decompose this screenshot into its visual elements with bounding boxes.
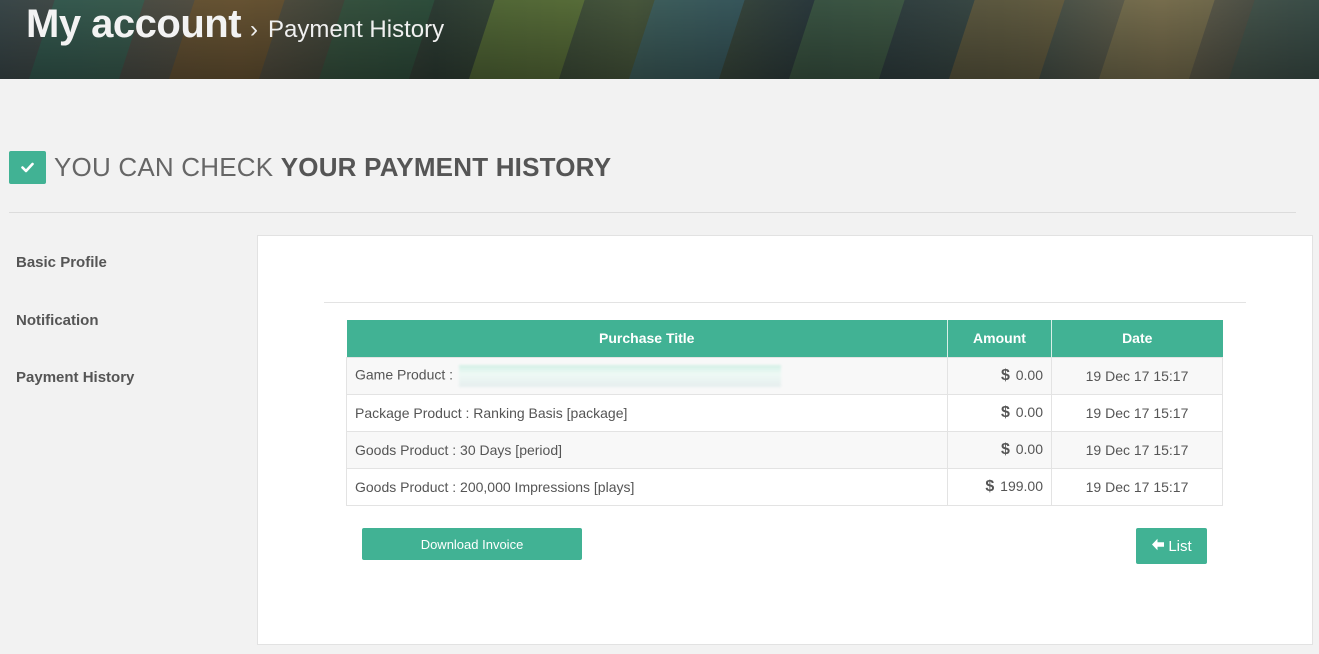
purchase-title-cell: Game Product : [346,356,948,395]
table-row: Goods Product : 30 Days [period] $ 0.00 … [346,430,1223,469]
check-icon [9,151,46,184]
amount-cell: $ 0.00 [947,430,1052,469]
amount-cell: $ 0.00 [947,393,1052,432]
date-cell: 19 Dec 17 15:17 [1051,467,1223,506]
heading-text: YOU CAN CHECK YOUR PAYMENT HISTORY [54,152,611,183]
currency-symbol: $ [985,477,995,495]
sidebar-item-payment-history[interactable]: Payment History [16,369,134,427]
column-header-purchase-title: Purchase Title [346,320,948,357]
amount-cell: $ 199.00 [947,467,1052,506]
header-banner: My account › Payment History [0,0,1319,79]
table-row: Goods Product : 200,000 Impressions [pla… [346,467,1223,506]
redacted-product-name [458,364,781,387]
date-cell: 19 Dec 17 15:17 [1051,393,1223,432]
sidebar-item-notification[interactable]: Notification [16,312,134,370]
currency-symbol: $ [1000,440,1010,458]
breadcrumb: My account › Payment History [26,0,444,50]
download-invoice-button[interactable]: Download Invoice [362,528,582,560]
sidebar-item-basic-profile[interactable]: Basic Profile [16,254,134,312]
currency-symbol: $ [1000,403,1010,421]
date-cell: 19 Dec 17 15:17 [1051,356,1223,395]
breadcrumb-separator: › [250,16,259,43]
column-header-amount: Amount [947,320,1052,357]
arrow-left-icon [1151,538,1165,555]
amount-value: 199.00 [1000,477,1043,494]
content-panel: Purchase Title Amount Date Game Product … [257,235,1313,645]
amount-value: 0.00 [1015,403,1043,420]
table-header-row: Purchase Title Amount Date [346,320,1223,357]
purchase-title-cell: Package Product : Ranking Basis [package… [346,393,948,432]
section-heading: YOU CAN CHECK YOUR PAYMENT HISTORY [9,151,611,184]
table-row: Package Product : Ranking Basis [package… [346,393,1223,432]
purchase-title-cell: Goods Product : 30 Days [period] [346,430,948,469]
breadcrumb-current: Payment History [268,16,445,43]
amount-value: 0.00 [1015,366,1043,383]
divider [9,212,1296,213]
purchase-title: Game Product : [355,366,454,383]
amount-cell: $ 0.00 [947,356,1052,395]
list-button-label: List [1168,537,1192,555]
column-header-date: Date [1051,320,1223,357]
table-row: Game Product : $ 0.00 19 Dec 17 15:17 [346,356,1223,395]
payment-history-table: Purchase Title Amount Date Game Product … [346,320,1223,506]
heading-prefix: YOU CAN CHECK [54,152,274,182]
list-button[interactable]: List [1136,528,1207,564]
heading-emphasis: YOUR PAYMENT HISTORY [280,152,612,182]
sidebar: Basic Profile Notification Payment Histo… [16,254,134,427]
page-title: My account [26,2,242,46]
purchase-title-cell: Goods Product : 200,000 Impressions [pla… [346,467,948,506]
currency-symbol: $ [1000,366,1010,384]
panel-divider [324,302,1246,303]
date-cell: 19 Dec 17 15:17 [1051,430,1223,469]
amount-value: 0.00 [1015,440,1043,457]
